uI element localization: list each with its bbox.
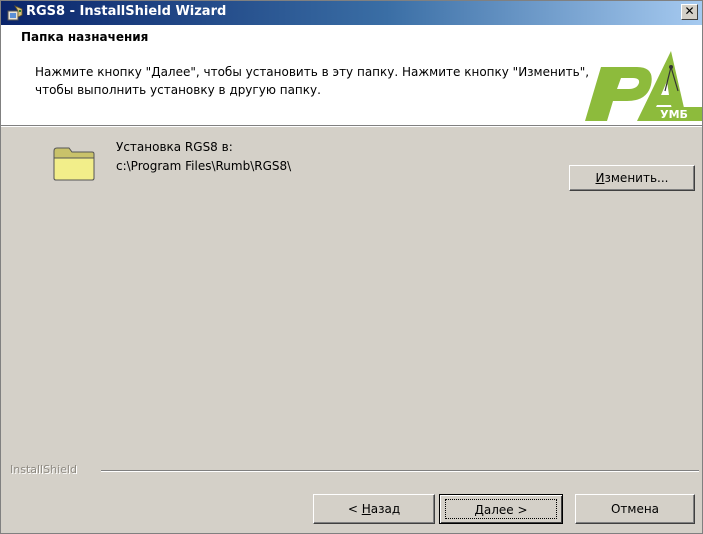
footer-divider-highlight	[101, 471, 699, 472]
window-title: RGS8 - InstallShield Wizard	[26, 4, 227, 19]
close-icon: ✕	[684, 4, 695, 18]
rumb-logo: УМБ	[585, 51, 702, 121]
logo-text: УМБ	[660, 108, 688, 121]
folder-icon	[53, 147, 95, 181]
back-button[interactable]: < Назад	[313, 494, 435, 524]
install-location-label: Установка RGS8 в:	[116, 140, 233, 154]
next-button-focus: Далее >	[445, 499, 557, 519]
cancel-button[interactable]: Отмена	[575, 494, 695, 524]
page-description: Нажмите кнопку "Далее", чтобы установить…	[35, 65, 590, 97]
installer-window: RGS8 - InstallShield Wizard ✕ Папка назн…	[0, 0, 703, 534]
page-title: Папка назначения	[21, 30, 149, 44]
back-button-label: азад	[370, 502, 401, 516]
installer-app-icon	[7, 5, 23, 21]
next-button-label: алее >	[483, 503, 528, 517]
back-button-mnemonic: Н	[361, 502, 371, 516]
change-folder-button[interactable]: Изменить...	[569, 165, 695, 191]
install-path: c:\Program Files\Rumb\RGS8\	[116, 159, 292, 173]
back-button-prefix: <	[347, 502, 362, 516]
close-button[interactable]: ✕	[681, 4, 698, 20]
change-button-mnemonic: И	[595, 171, 605, 185]
title-bar[interactable]: RGS8 - InstallShield Wizard ✕	[1, 1, 702, 25]
next-button[interactable]: Далее >	[439, 494, 563, 524]
installshield-brand: InstallShield	[10, 463, 77, 476]
next-button-mnemonic: Д	[474, 503, 484, 517]
change-button-label: зменить...	[604, 171, 669, 185]
